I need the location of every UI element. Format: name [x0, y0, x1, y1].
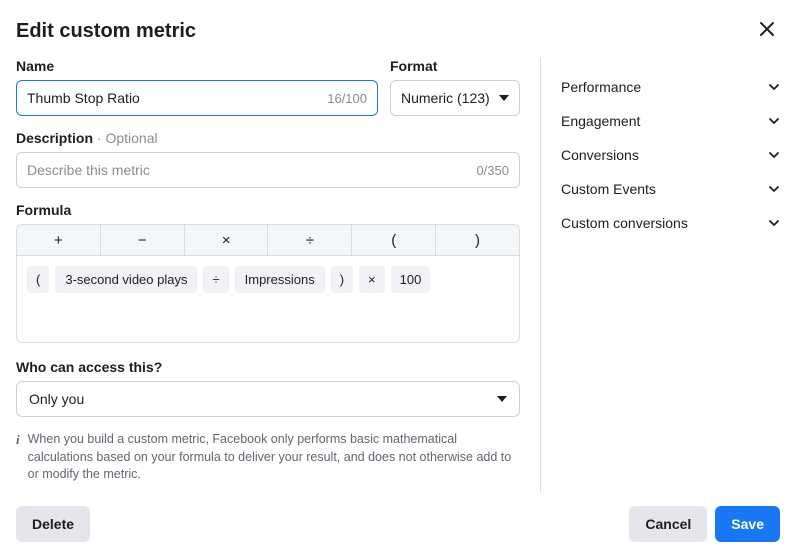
- chevron-down-icon: [768, 149, 780, 161]
- info-text: When you build a custom metric, Facebook…: [28, 431, 520, 484]
- caret-down-icon: [497, 396, 507, 402]
- category-label: Conversions: [561, 147, 639, 163]
- caret-down-icon: [499, 95, 509, 101]
- category-custom-conversions[interactable]: Custom conversions: [561, 206, 780, 240]
- formula-token[interactable]: ): [331, 266, 353, 293]
- info-icon: i: [16, 432, 20, 448]
- description-label-text: Description: [16, 130, 93, 146]
- name-input[interactable]: [27, 90, 327, 106]
- formula-token[interactable]: ×: [359, 266, 385, 293]
- close-button[interactable]: [754, 16, 780, 46]
- name-char-counter: 16/100: [327, 91, 367, 106]
- save-button[interactable]: Save: [715, 506, 780, 542]
- formula-token[interactable]: (: [27, 266, 49, 293]
- category-label: Engagement: [561, 113, 640, 129]
- formula-token[interactable]: ÷: [203, 266, 228, 293]
- chevron-down-icon: [768, 183, 780, 195]
- cancel-button[interactable]: Cancel: [629, 506, 707, 542]
- format-selected-value: Numeric (123): [401, 90, 490, 106]
- access-select[interactable]: Only you: [16, 381, 520, 417]
- operator-toolbar: + − × ÷ ( ): [16, 224, 520, 255]
- category-engagement[interactable]: Engagement: [561, 104, 780, 138]
- chevron-down-icon: [768, 115, 780, 127]
- description-char-counter: 0/350: [476, 163, 509, 178]
- category-performance[interactable]: Performance: [561, 70, 780, 104]
- categories-panel: Performance Engagement Conversions Custo…: [540, 58, 780, 492]
- operator-minus-button[interactable]: −: [101, 225, 185, 255]
- formula-token[interactable]: 100: [391, 266, 431, 293]
- formula-token[interactable]: Impressions: [235, 266, 325, 293]
- name-label: Name: [16, 58, 378, 74]
- format-select[interactable]: Numeric (123): [390, 80, 520, 116]
- formula-label: Formula: [16, 202, 520, 218]
- operator-multiply-button[interactable]: ×: [185, 225, 269, 255]
- category-conversions[interactable]: Conversions: [561, 138, 780, 172]
- category-label: Custom Events: [561, 181, 656, 197]
- description-placeholder: Describe this metric: [27, 162, 150, 178]
- category-label: Performance: [561, 79, 641, 95]
- access-selected-value: Only you: [29, 391, 84, 407]
- formula-editor[interactable]: ( 3-second video plays ÷ Impressions ) ×…: [16, 255, 520, 343]
- category-custom-events[interactable]: Custom Events: [561, 172, 780, 206]
- delete-button[interactable]: Delete: [16, 506, 90, 542]
- chevron-down-icon: [768, 81, 780, 93]
- description-label: Description · Optional: [16, 130, 520, 146]
- dialog-title: Edit custom metric: [16, 20, 196, 43]
- chevron-down-icon: [768, 217, 780, 229]
- operator-rparen-button[interactable]: ): [436, 225, 519, 255]
- format-label: Format: [390, 58, 520, 74]
- close-icon: [758, 20, 776, 38]
- formula-token[interactable]: 3-second video plays: [55, 266, 197, 293]
- operator-divide-button[interactable]: ÷: [268, 225, 352, 255]
- name-input-wrapper[interactable]: 16/100: [16, 80, 378, 116]
- description-optional-text: · Optional: [93, 130, 158, 146]
- operator-plus-button[interactable]: +: [17, 225, 101, 255]
- form-panel: Name 16/100 Format Numeric (123) Descrip…: [16, 58, 540, 492]
- access-label: Who can access this?: [16, 359, 520, 375]
- description-input[interactable]: Describe this metric 0/350: [16, 152, 520, 188]
- operator-lparen-button[interactable]: (: [352, 225, 436, 255]
- category-label: Custom conversions: [561, 215, 688, 231]
